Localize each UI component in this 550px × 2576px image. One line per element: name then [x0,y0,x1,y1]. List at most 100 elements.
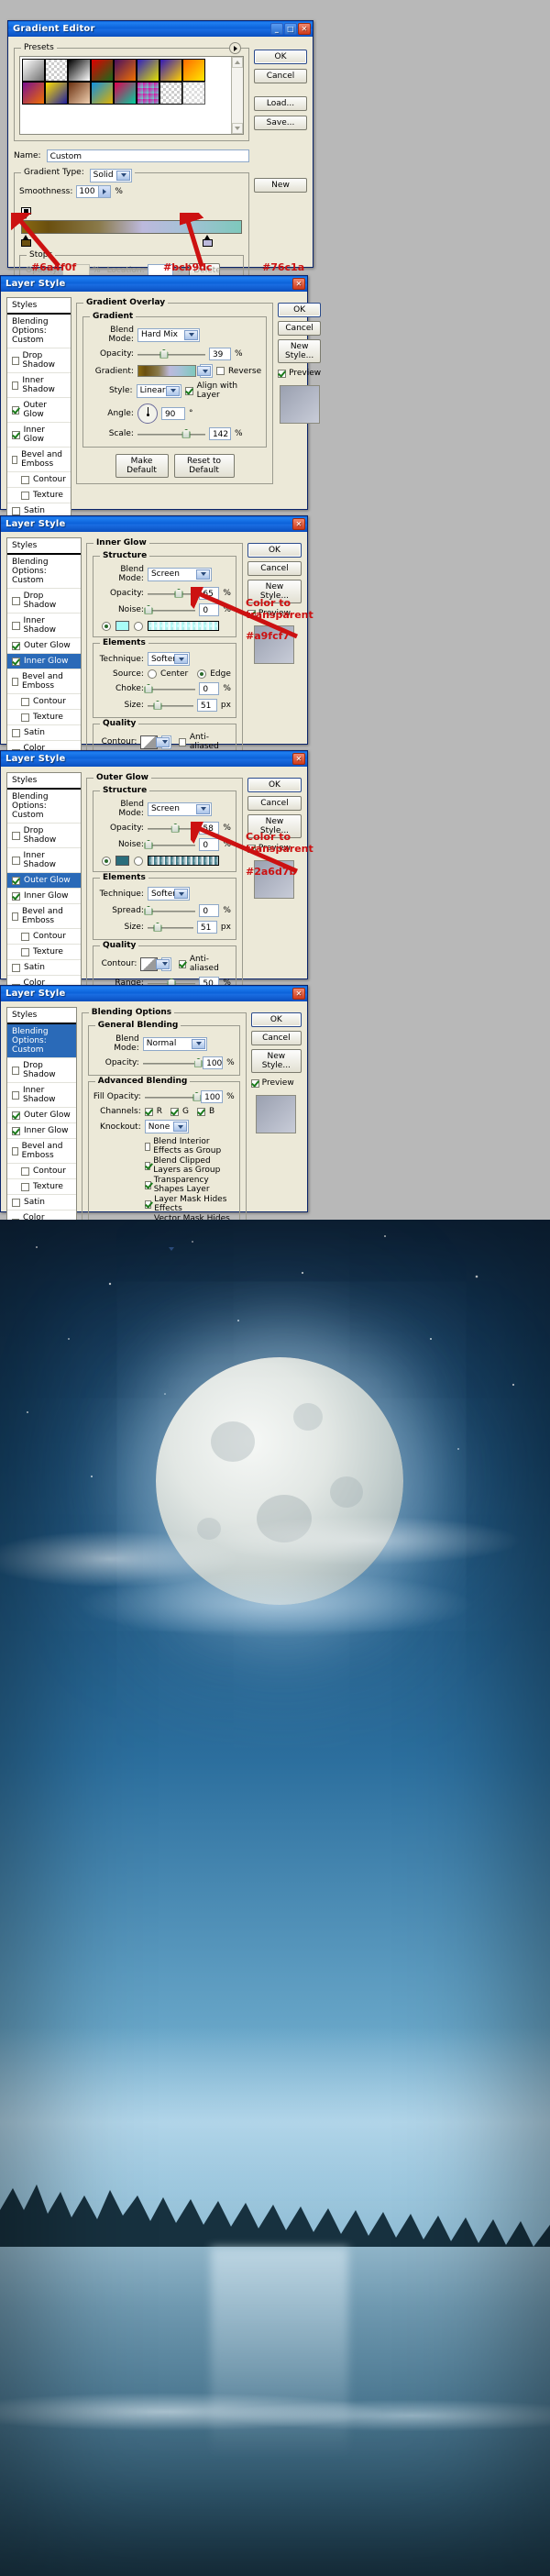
sidebar-item-bevel-and-emboss[interactable]: Bevel and Emboss [7,448,71,472]
reverse-checkbox[interactable] [215,367,225,375]
checkbox-icon[interactable] [21,713,29,722]
knockout-select[interactable]: None [144,1120,189,1133]
gradient-editor-window[interactable]: Gradient Editor _ □ ✕ Presets Name: Cust… [7,20,314,311]
blend-interior-checkbox[interactable] [144,1142,151,1151]
sidebar-item-blending-options[interactable]: Blending Options: Custom [7,1024,76,1058]
presets-scrollbar[interactable] [231,57,243,134]
choke-input[interactable]: 0 [199,682,220,695]
size-input[interactable]: 51 [196,699,217,712]
make-default-button[interactable]: Make Default [115,454,169,478]
preset-swatch[interactable] [160,59,182,82]
fill-opacity-input[interactable]: 100 [201,1090,224,1103]
checkbox-icon[interactable] [12,876,20,885]
smoothness-input[interactable]: 100 [76,185,112,198]
sidebar-item-blending-options[interactable]: Blending Options: Custom [7,555,81,589]
opacity-input[interactable]: 65 [199,587,220,600]
sidebar-item-drop-shadow[interactable]: Drop Shadow [7,348,71,373]
checkbox-icon[interactable] [21,697,29,706]
checkbox-icon[interactable] [12,596,20,605]
sidebar-item-inner-glow[interactable]: Inner Glow [7,889,81,904]
opacity-slider[interactable] [147,588,196,599]
layer-style-blending-options-window[interactable]: Layer Style ✕ Styles Blending Options: C… [0,985,308,1340]
preset-swatch[interactable] [45,59,68,82]
anti-aliased-checkbox[interactable] [178,737,186,746]
size-slider[interactable] [147,922,193,933]
scroll-up-icon[interactable] [232,57,243,68]
preset-swatch[interactable] [68,82,91,105]
checkbox-icon[interactable] [12,381,19,390]
preset-swatch[interactable] [45,82,68,105]
source-center-radio[interactable] [147,669,157,679]
close-icon[interactable]: ✕ [292,988,305,1000]
anti-aliased-checkbox[interactable] [178,959,186,968]
checkbox-icon[interactable] [12,657,20,666]
checkbox-icon[interactable] [12,1066,20,1075]
sidebar-item-satin[interactable]: Satin [7,725,81,741]
size-slider[interactable] [147,700,193,711]
gradient-type-select[interactable]: Solid [89,168,132,182]
sidebar-item-texture[interactable]: Texture [7,1179,76,1195]
blend-mode-select[interactable]: Hard Mix [137,327,200,342]
scale-input[interactable]: 142 [208,427,231,440]
preset-swatch[interactable] [182,82,205,105]
preview-checkbox[interactable] [250,1078,259,1088]
sidebar-item-bevel-and-emboss[interactable]: Bevel and Emboss [7,1139,76,1164]
cancel-button[interactable]: Cancel [278,321,322,336]
contour-picker-button[interactable] [155,956,171,971]
opacity-slider[interactable] [147,823,196,834]
gradient-color-stop-right[interactable] [203,235,213,247]
preset-swatch[interactable] [182,59,205,82]
sidebar-item-inner-shadow[interactable]: Inner Shadow [7,373,71,398]
checkbox-icon[interactable] [12,963,20,972]
checkbox-icon[interactable] [12,641,20,650]
presets-flyout-icon[interactable] [229,42,241,54]
scale-slider[interactable] [137,428,205,439]
sidebar-item-texture[interactable]: Texture [7,945,81,960]
checkbox-icon[interactable] [12,405,20,415]
sidebar-item-outer-glow[interactable]: Outer Glow [7,873,81,889]
checkbox-icon[interactable] [21,1182,29,1191]
preset-row-2[interactable] [22,82,229,105]
noise-input[interactable]: 0 [199,603,220,616]
checkbox-icon[interactable] [12,891,20,901]
checkbox-icon[interactable] [12,912,18,921]
ls-ig-titlebar[interactable]: Layer Style ✕ [1,516,307,532]
noise-slider[interactable] [144,839,196,850]
noise-input[interactable]: 0 [199,838,220,851]
gradient-ok-button[interactable]: OK [254,50,307,64]
layer-style-gradient-overlay-window[interactable]: Layer Style ✕ Styles Blending Options: C… [0,275,322,610]
checkbox-icon[interactable] [12,1111,20,1120]
gradient-swatch[interactable] [137,365,196,377]
preset-swatch[interactable] [137,59,160,82]
checkbox-icon[interactable] [12,1126,20,1135]
sidebar-item-inner-shadow[interactable]: Inner Shadow [7,1083,76,1108]
ok-button[interactable]: OK [247,543,302,558]
glow-color-swatch[interactable] [115,621,129,631]
opacity-input[interactable]: 39 [208,348,231,360]
sidebar-item-outer-glow[interactable]: Outer Glow [7,398,71,423]
checkbox-icon[interactable] [12,430,20,439]
channel-g-checkbox[interactable] [170,1107,180,1116]
layer-style-outer-glow-window[interactable]: Layer Style ✕ Styles Blending Options: C… [0,750,308,1067]
checkbox-icon[interactable] [12,1198,20,1207]
cancel-button[interactable]: Cancel [247,561,302,576]
ok-button[interactable]: OK [250,1012,302,1027]
sidebar-item-satin[interactable]: Satin [7,960,81,976]
glow-gradient-swatch[interactable] [147,856,219,866]
angle-input[interactable]: 90 [160,407,185,420]
sidebar-item-contour[interactable]: Contour [7,694,81,710]
align-with-layer-checkbox[interactable] [184,386,193,395]
sidebar-item-inner-shadow[interactable]: Inner Shadow [7,614,81,638]
choke-slider[interactable] [144,683,196,694]
blend-clipped-checkbox[interactable] [144,1161,151,1170]
spread-slider[interactable] [144,905,196,916]
blend-mode-select[interactable]: Screen [147,802,212,816]
sidebar-item-drop-shadow[interactable]: Drop Shadow [7,1058,76,1083]
glow-gradient-radio[interactable] [133,621,143,631]
sidebar-item-texture[interactable]: Texture [7,488,71,503]
checkbox-icon[interactable] [12,1146,18,1155]
maximize-icon[interactable]: □ [284,23,297,35]
preset-swatch[interactable] [91,59,114,82]
gradient-load-button[interactable]: Load... [254,96,307,111]
sidebar-item-inner-glow[interactable]: Inner Glow [7,654,81,669]
